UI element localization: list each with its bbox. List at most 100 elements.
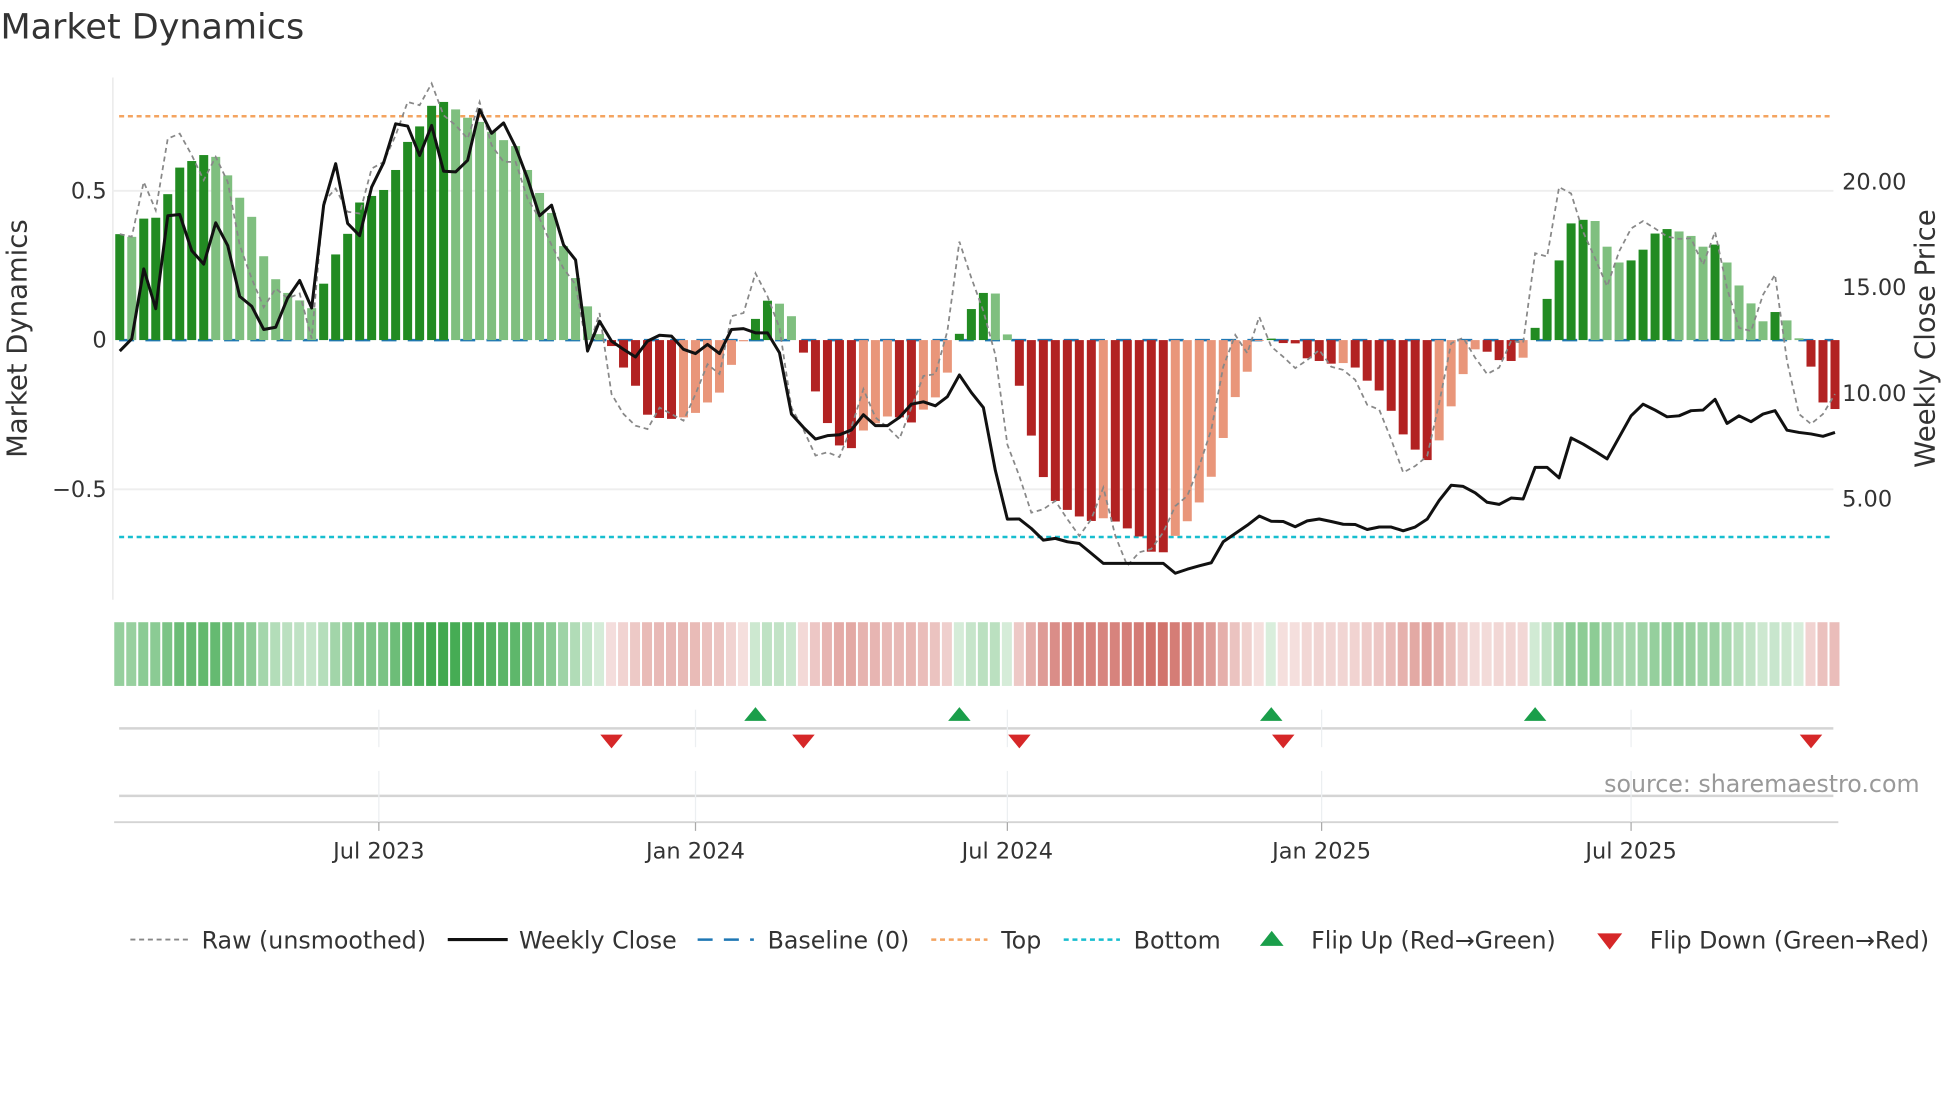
flip-up-marker — [948, 707, 971, 721]
momentum-bar — [726, 340, 736, 365]
legend-item-close: Weekly Close — [447, 926, 677, 954]
momentum-bar — [1626, 260, 1636, 341]
momentum-bar — [523, 169, 533, 341]
momentum-bar — [1038, 340, 1048, 478]
heat-cell — [150, 622, 161, 686]
heat-cell — [1205, 622, 1216, 686]
momentum-bar — [1770, 312, 1780, 341]
momentum-bar — [619, 340, 629, 368]
heat-cell — [402, 622, 413, 686]
momentum-bar — [1122, 340, 1132, 529]
momentum-bar — [343, 233, 353, 341]
momentum-bar — [990, 293, 1000, 341]
heat-cell — [917, 622, 928, 686]
heat-cell — [797, 622, 808, 686]
heat-cell — [953, 622, 964, 686]
heat-cell — [630, 622, 641, 686]
heat-cell — [1289, 622, 1300, 686]
x-tick-label: Jan 2025 — [1270, 838, 1371, 864]
y-axis-label: Market Dynamics — [2, 219, 34, 458]
heat-cell — [570, 622, 581, 686]
legend-flip-down-label: Flip Down (Green→Red) — [1650, 926, 1929, 954]
flip-panel — [114, 727, 1839, 824]
heat-cell — [905, 622, 916, 686]
heat-cell — [1361, 622, 1372, 686]
x-tick-label: Jul 2023 — [331, 838, 424, 864]
heat-cell — [1769, 622, 1780, 686]
heat-cell — [1685, 622, 1696, 686]
heat-cell — [1829, 622, 1840, 686]
heat-cell — [857, 622, 868, 686]
heat-cell — [174, 622, 185, 686]
raw-line — [119, 81, 1836, 568]
heat-cell — [702, 622, 712, 686]
heat-cell — [522, 622, 533, 686]
heat-cell — [138, 622, 149, 686]
heat-cell — [1301, 622, 1312, 686]
heat-cell — [438, 622, 449, 686]
heat-cell — [426, 622, 437, 686]
flip-up-marker — [1259, 707, 1283, 721]
heat-cell — [1049, 622, 1060, 686]
heat-cell — [186, 622, 197, 686]
heat-cell — [1661, 622, 1672, 686]
momentum-bar — [415, 126, 425, 341]
heat-cell — [713, 622, 724, 686]
momentum-bar — [1518, 340, 1528, 358]
momentum-bar — [199, 155, 209, 341]
momentum-bar — [1086, 340, 1096, 521]
legend-bottom-label: Bottom — [1134, 926, 1221, 954]
momentum-bar — [1662, 229, 1672, 341]
heat-cell — [354, 622, 365, 686]
heat-cell — [749, 622, 760, 686]
momentum-bar — [1254, 340, 1264, 341]
heat-cell — [162, 622, 173, 686]
momentum-bar — [331, 254, 341, 341]
heat-cell — [1541, 622, 1552, 686]
heat-cell — [1373, 622, 1384, 686]
heat-cell — [594, 622, 605, 686]
heat-cell — [1529, 622, 1540, 686]
heat-cell — [510, 622, 521, 686]
momentum-bar — [1590, 221, 1600, 341]
momentum-bar — [667, 340, 677, 419]
legend-baseline-label: Baseline (0) — [768, 926, 910, 954]
heat-cell — [1013, 622, 1024, 686]
heat-cell — [1133, 622, 1144, 686]
heat-cell — [1745, 622, 1756, 686]
momentum-bar — [1446, 340, 1456, 407]
momentum-bar — [954, 333, 964, 341]
heat-cell — [378, 622, 389, 686]
heat-cell — [1757, 622, 1768, 686]
heat-cell — [1277, 622, 1288, 686]
heat-cell — [366, 622, 377, 686]
momentum-bar — [1458, 340, 1468, 375]
momentum-bar — [1326, 340, 1336, 364]
heat-cell — [1673, 622, 1684, 686]
heat-cell — [1517, 622, 1528, 686]
momentum-bar — [822, 340, 832, 424]
momentum-bar — [1170, 340, 1180, 536]
heat-cell — [606, 622, 617, 686]
heat-cell — [558, 622, 569, 686]
momentum-bar — [1758, 321, 1768, 341]
heat-cell — [1253, 622, 1264, 686]
heat-cell — [114, 622, 125, 686]
momentum-bar — [295, 300, 305, 341]
momentum-bar — [559, 246, 569, 341]
momentum-bar — [882, 340, 892, 417]
heat-cell — [1565, 622, 1576, 686]
heat-cell — [462, 622, 473, 686]
heat-cell — [725, 622, 736, 686]
momentum-bar — [1050, 340, 1060, 501]
momentum-bar — [966, 309, 976, 341]
momentum-bar — [1338, 340, 1348, 364]
heat-cell — [1625, 622, 1636, 686]
momentum-bar — [1434, 340, 1444, 441]
momentum-bar — [1014, 340, 1024, 386]
heat-cell — [1781, 622, 1792, 686]
heat-cell — [414, 622, 425, 686]
momentum-bar — [738, 340, 748, 342]
heat-cell — [1649, 622, 1660, 686]
heat-cell — [1169, 622, 1180, 686]
